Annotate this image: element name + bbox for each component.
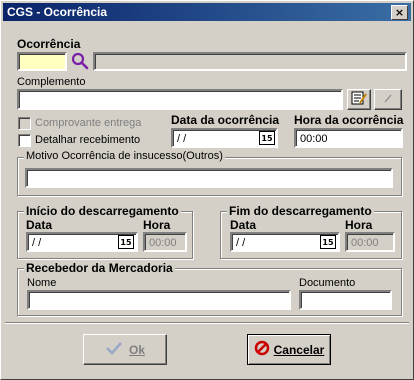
pen-icon: [382, 92, 394, 107]
window-title: CGS - Ocorrência: [7, 5, 108, 19]
close-button[interactable]: ×: [391, 5, 408, 20]
recebedor-group-title: Recebedor da Mercadoria: [24, 261, 175, 275]
notepad-button[interactable]: [347, 89, 371, 110]
complemento-label: Complemento: [17, 76, 86, 88]
complemento-input[interactable]: [17, 89, 343, 110]
fim-group-title: Fim do descarregamento: [227, 204, 374, 218]
ocorrencia-description-field: [93, 52, 407, 71]
documento-label: Documento: [299, 277, 356, 289]
search-icon[interactable]: [70, 51, 90, 71]
motivo-group-title: Motivo Ocorrência de insucesso(Outros): [24, 150, 225, 162]
notepad-icon: [350, 90, 368, 109]
fim-data-label: Data: [230, 218, 257, 232]
inicio-data-label: Data: [26, 218, 53, 232]
fim-hora-label: Hora: [345, 218, 373, 232]
nome-label: Nome: [27, 277, 57, 289]
ok-label: Ok: [128, 342, 145, 357]
inicio-group-title: Início do descarregamento: [24, 204, 181, 218]
fim-hora-input[interactable]: 00:00: [345, 232, 395, 252]
detalhar-label: Detalhar recebimento: [35, 134, 141, 146]
check-icon: [105, 341, 123, 358]
comprovante-label: Comprovante entrega: [35, 117, 142, 129]
detalhar-checkbox[interactable]: [18, 134, 31, 147]
divider: [5, 322, 409, 324]
title-bar[interactable]: CGS - Ocorrência ×: [3, 3, 411, 21]
calendar-icon[interactable]: 15: [259, 131, 275, 145]
ocorrencia-label: Ocorrência: [17, 37, 81, 51]
cancel-button[interactable]: Cancelar: [247, 334, 331, 365]
motivo-input[interactable]: [25, 168, 393, 188]
data-ocorrencia-label: Data da ocorrência: [171, 113, 280, 127]
calendar-icon[interactable]: 15: [320, 235, 336, 249]
hora-ocorrencia-input[interactable]: 00:00: [294, 128, 403, 148]
cancel-icon: [254, 340, 270, 359]
documento-input[interactable]: [299, 290, 392, 310]
dialog-window: CGS - Ocorrência × Ocorrência Complement…: [0, 0, 414, 380]
ocorrencia-code-input[interactable]: [17, 52, 67, 71]
hora-ocorrencia-label: Hora da ocorrência: [294, 113, 404, 127]
inicio-hora-input[interactable]: 00:00: [143, 232, 187, 252]
ok-button[interactable]: Ok: [83, 334, 167, 365]
comprovante-checkbox[interactable]: [18, 117, 31, 130]
calendar-icon[interactable]: 15: [118, 235, 134, 249]
inicio-hora-label: Hora: [143, 218, 171, 232]
pen-button[interactable]: [374, 89, 402, 110]
nome-input[interactable]: [27, 290, 291, 310]
cancel-label: Cancelar: [273, 342, 325, 357]
